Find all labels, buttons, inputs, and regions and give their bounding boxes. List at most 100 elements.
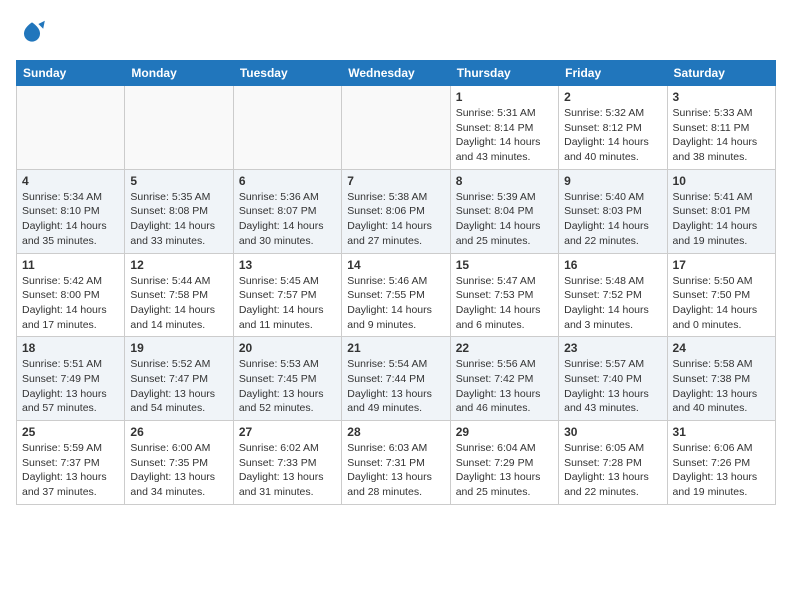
day-info: Sunrise: 5:36 AMSunset: 8:07 PMDaylight:…: [239, 190, 336, 249]
calendar-week-row: 1 Sunrise: 5:31 AMSunset: 8:14 PMDaylight…: [17, 86, 776, 170]
day-info: Sunrise: 5:40 AMSunset: 8:03 PMDaylight:…: [564, 190, 661, 249]
weekday-tuesday: Tuesday: [233, 61, 341, 86]
day-number: 30: [564, 425, 661, 439]
day-info: Sunrise: 5:46 AMSunset: 7:55 PMDaylight:…: [347, 274, 444, 333]
calendar-cell: 17 Sunrise: 5:50 AMSunset: 7:50 PMDayligh…: [667, 253, 775, 337]
day-info: Sunrise: 5:50 AMSunset: 7:50 PMDaylight:…: [673, 274, 770, 333]
day-info: Sunrise: 5:51 AMSunset: 7:49 PMDaylight:…: [22, 357, 119, 416]
calendar-cell: 24 Sunrise: 5:58 AMSunset: 7:38 PMDayligh…: [667, 337, 775, 421]
day-info: Sunrise: 5:41 AMSunset: 8:01 PMDaylight:…: [673, 190, 770, 249]
day-number: 17: [673, 258, 770, 272]
day-info: Sunrise: 5:44 AMSunset: 7:58 PMDaylight:…: [130, 274, 227, 333]
day-number: 1: [456, 90, 553, 104]
logo-icon: [16, 16, 48, 48]
calendar-week-row: 4 Sunrise: 5:34 AMSunset: 8:10 PMDaylight…: [17, 169, 776, 253]
calendar-cell: 29 Sunrise: 6:04 AMSunset: 7:29 PMDayligh…: [450, 421, 558, 505]
day-number: 11: [22, 258, 119, 272]
day-number: 4: [22, 174, 119, 188]
day-number: 31: [673, 425, 770, 439]
day-info: Sunrise: 5:35 AMSunset: 8:08 PMDaylight:…: [130, 190, 227, 249]
calendar-cell: 4 Sunrise: 5:34 AMSunset: 8:10 PMDaylight…: [17, 169, 125, 253]
day-number: 25: [22, 425, 119, 439]
day-number: 5: [130, 174, 227, 188]
calendar-cell: 26 Sunrise: 6:00 AMSunset: 7:35 PMDayligh…: [125, 421, 233, 505]
day-number: 24: [673, 341, 770, 355]
calendar-cell: [17, 86, 125, 170]
calendar-cell: [342, 86, 450, 170]
day-info: Sunrise: 5:58 AMSunset: 7:38 PMDaylight:…: [673, 357, 770, 416]
calendar-week-row: 25 Sunrise: 5:59 AMSunset: 7:37 PMDayligh…: [17, 421, 776, 505]
calendar-cell: 2 Sunrise: 5:32 AMSunset: 8:12 PMDaylight…: [559, 86, 667, 170]
calendar-cell: 10 Sunrise: 5:41 AMSunset: 8:01 PMDayligh…: [667, 169, 775, 253]
calendar-week-row: 18 Sunrise: 5:51 AMSunset: 7:49 PMDayligh…: [17, 337, 776, 421]
calendar-cell: 8 Sunrise: 5:39 AMSunset: 8:04 PMDaylight…: [450, 169, 558, 253]
day-number: 2: [564, 90, 661, 104]
weekday-sunday: Sunday: [17, 61, 125, 86]
day-info: Sunrise: 5:47 AMSunset: 7:53 PMDaylight:…: [456, 274, 553, 333]
day-info: Sunrise: 5:38 AMSunset: 8:06 PMDaylight:…: [347, 190, 444, 249]
day-info: Sunrise: 5:48 AMSunset: 7:52 PMDaylight:…: [564, 274, 661, 333]
day-number: 3: [673, 90, 770, 104]
weekday-saturday: Saturday: [667, 61, 775, 86]
day-info: Sunrise: 6:00 AMSunset: 7:35 PMDaylight:…: [130, 441, 227, 500]
day-info: Sunrise: 5:54 AMSunset: 7:44 PMDaylight:…: [347, 357, 444, 416]
day-info: Sunrise: 5:56 AMSunset: 7:42 PMDaylight:…: [456, 357, 553, 416]
calendar-cell: 23 Sunrise: 5:57 AMSunset: 7:40 PMDayligh…: [559, 337, 667, 421]
day-number: 29: [456, 425, 553, 439]
calendar-cell: 6 Sunrise: 5:36 AMSunset: 8:07 PMDaylight…: [233, 169, 341, 253]
day-info: Sunrise: 5:32 AMSunset: 8:12 PMDaylight:…: [564, 106, 661, 165]
day-number: 13: [239, 258, 336, 272]
calendar-cell: 22 Sunrise: 5:56 AMSunset: 7:42 PMDayligh…: [450, 337, 558, 421]
day-number: 8: [456, 174, 553, 188]
day-info: Sunrise: 6:04 AMSunset: 7:29 PMDaylight:…: [456, 441, 553, 500]
day-info: Sunrise: 5:45 AMSunset: 7:57 PMDaylight:…: [239, 274, 336, 333]
weekday-wednesday: Wednesday: [342, 61, 450, 86]
day-info: Sunrise: 5:39 AMSunset: 8:04 PMDaylight:…: [456, 190, 553, 249]
calendar-cell: 27Sunrise: 6:02 AMSunset: 7:33 PMDayligh…: [233, 421, 341, 505]
day-number: 12: [130, 258, 227, 272]
day-info: Sunrise: 5:57 AMSunset: 7:40 PMDaylight:…: [564, 357, 661, 416]
day-info: Sunrise: 6:05 AMSunset: 7:28 PMDaylight:…: [564, 441, 661, 500]
calendar-cell: 14 Sunrise: 5:46 AMSunset: 7:55 PMDayligh…: [342, 253, 450, 337]
calendar-cell: 31Sunrise: 6:06 AMSunset: 7:26 PMDayligh…: [667, 421, 775, 505]
calendar-cell: 28Sunrise: 6:03 AMSunset: 7:31 PMDayligh…: [342, 421, 450, 505]
calendar-cell: [125, 86, 233, 170]
weekday-monday: Monday: [125, 61, 233, 86]
day-info: Sunrise: 5:34 AMSunset: 8:10 PMDaylight:…: [22, 190, 119, 249]
day-info: Sunrise: 6:02 AMSunset: 7:33 PMDaylight:…: [239, 441, 336, 500]
day-info: Sunrise: 5:31 AMSunset: 8:14 PMDaylight:…: [456, 106, 553, 165]
calendar-cell: 7 Sunrise: 5:38 AMSunset: 8:06 PMDaylight…: [342, 169, 450, 253]
calendar-cell: 15Sunrise: 5:47 AMSunset: 7:53 PMDayligh…: [450, 253, 558, 337]
logo: [16, 16, 52, 48]
day-number: 14: [347, 258, 444, 272]
day-number: 10: [673, 174, 770, 188]
calendar-cell: 13 Sunrise: 5:45 AMSunset: 7:57 PMDayligh…: [233, 253, 341, 337]
weekday-friday: Friday: [559, 61, 667, 86]
day-info: Sunrise: 5:42 AMSunset: 8:00 PMDaylight:…: [22, 274, 119, 333]
calendar-cell: 11 Sunrise: 5:42 AMSunset: 8:00 PMDayligh…: [17, 253, 125, 337]
day-info: Sunrise: 5:53 AMSunset: 7:45 PMDaylight:…: [239, 357, 336, 416]
day-number: 21: [347, 341, 444, 355]
day-number: 28: [347, 425, 444, 439]
day-number: 6: [239, 174, 336, 188]
calendar-cell: 18 Sunrise: 5:51 AMSunset: 7:49 PMDayligh…: [17, 337, 125, 421]
day-info: Sunrise: 5:52 AMSunset: 7:47 PMDaylight:…: [130, 357, 227, 416]
page-header: [16, 16, 776, 48]
calendar-cell: 16Sunrise: 5:48 AMSunset: 7:52 PMDayligh…: [559, 253, 667, 337]
calendar-cell: [233, 86, 341, 170]
day-number: 26: [130, 425, 227, 439]
day-number: 23: [564, 341, 661, 355]
calendar-cell: 5 Sunrise: 5:35 AMSunset: 8:08 PMDaylight…: [125, 169, 233, 253]
day-number: 20: [239, 341, 336, 355]
day-info: Sunrise: 5:33 AMSunset: 8:11 PMDaylight:…: [673, 106, 770, 165]
calendar-cell: 30 Sunrise: 6:05 AMSunset: 7:28 PMDayligh…: [559, 421, 667, 505]
day-number: 18: [22, 341, 119, 355]
day-number: 22: [456, 341, 553, 355]
calendar-cell: 1 Sunrise: 5:31 AMSunset: 8:14 PMDaylight…: [450, 86, 558, 170]
calendar-cell: 3 Sunrise: 5:33 AMSunset: 8:11 PMDaylight…: [667, 86, 775, 170]
day-info: Sunrise: 5:59 AMSunset: 7:37 PMDaylight:…: [22, 441, 119, 500]
calendar-cell: 21 Sunrise: 5:54 AMSunset: 7:44 PMDayligh…: [342, 337, 450, 421]
calendar-cell: 12 Sunrise: 5:44 AMSunset: 7:58 PMDayligh…: [125, 253, 233, 337]
weekday-thursday: Thursday: [450, 61, 558, 86]
day-number: 7: [347, 174, 444, 188]
